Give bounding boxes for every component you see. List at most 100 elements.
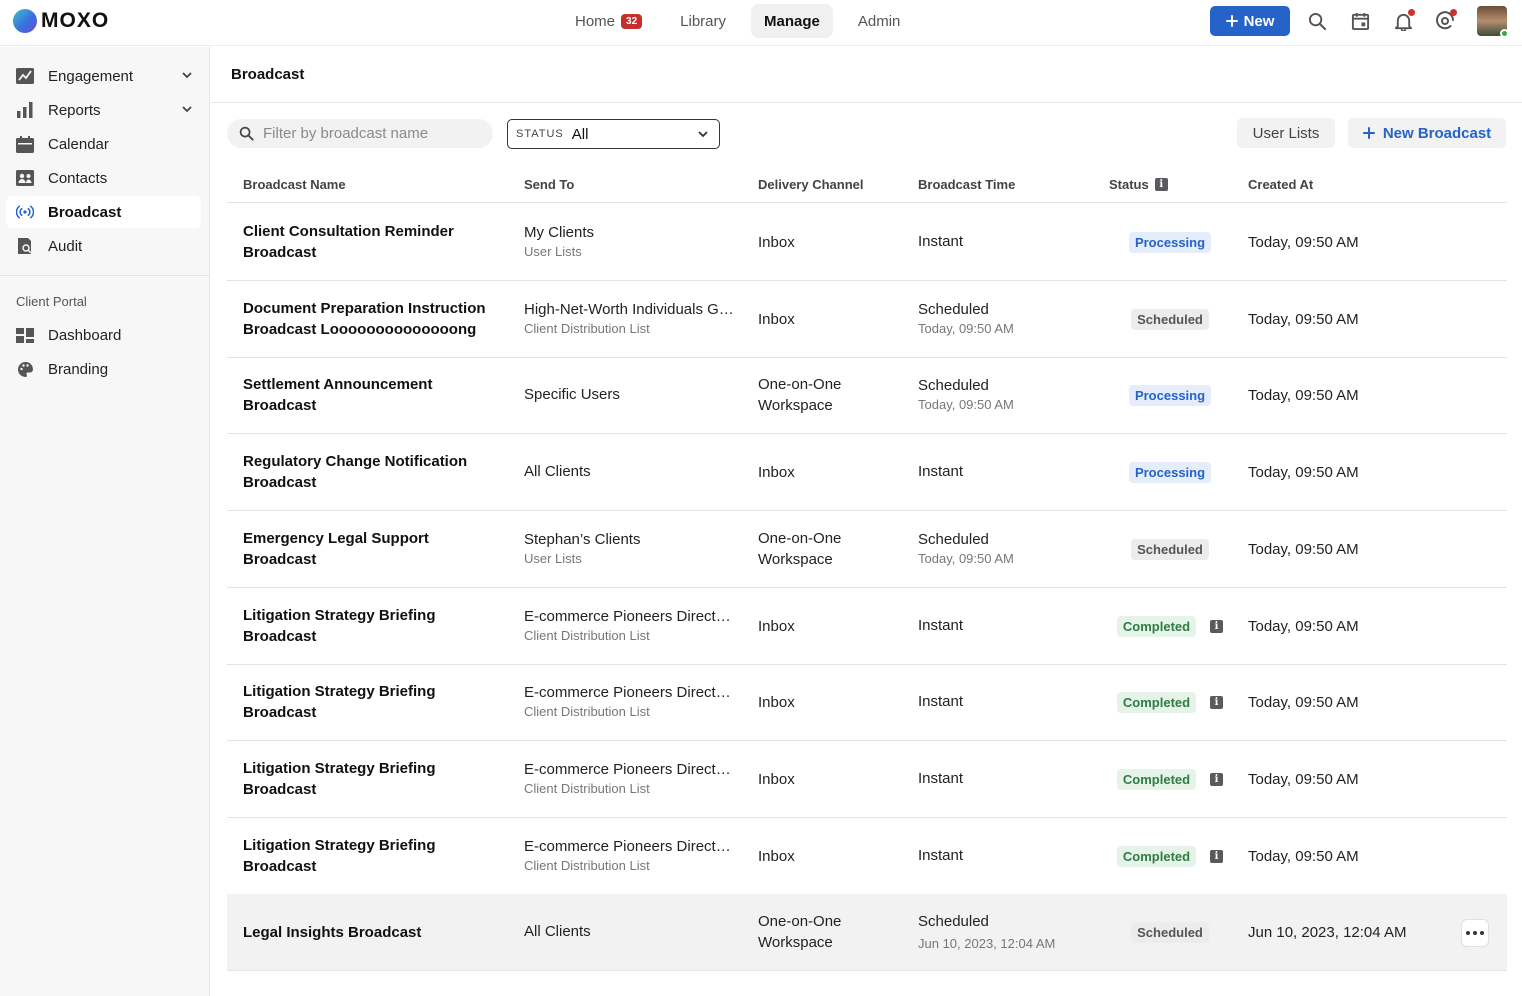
nav-library-label: Library — [680, 12, 726, 30]
broadcast-name: Document Preparation Instruction Broadca… — [243, 300, 486, 338]
broadcast-name-cell: Emergency Legal Support Broadcast — [243, 511, 503, 587]
created-at: Today, 09:50 AM — [1248, 770, 1359, 788]
broadcast-time: Scheduled — [918, 912, 989, 930]
table-row[interactable]: Litigation Strategy Briefing Broadcast E-… — [227, 741, 1507, 818]
status-cell: Scheduled — [1110, 894, 1230, 970]
delivery-channel-cell: Inbox — [758, 281, 898, 357]
created-at-cell: Today, 09:50 AM — [1248, 357, 1448, 433]
delivery-channel: One-on-One Workspace — [758, 913, 842, 951]
logo[interactable]: MOXO — [13, 9, 109, 33]
page-header: Broadcast — [211, 47, 1522, 103]
delivery-channel: One-on-One Workspace — [758, 530, 842, 568]
broadcast-name-cell: Litigation Strategy Briefing Broadcast — [243, 741, 503, 817]
new-button[interactable]: New — [1210, 6, 1290, 36]
user-lists-label: User Lists — [1252, 124, 1320, 142]
status-badge: Scheduled — [1131, 538, 1209, 560]
column-header-status[interactable]: Status i — [1109, 177, 1168, 192]
chevron-down-icon — [698, 131, 708, 138]
bell-unread-dot — [1408, 9, 1415, 16]
created-at: Today, 09:50 AM — [1248, 847, 1359, 865]
nav-library[interactable]: Library — [667, 4, 739, 38]
plus-icon — [1225, 15, 1238, 27]
created-at-cell: Today, 09:50 AM — [1248, 664, 1448, 740]
broadcast-time: Instant — [918, 617, 964, 634]
sidebar-item-engagement[interactable]: Engagement — [6, 60, 201, 92]
broadcast-name: Emergency Legal Support Broadcast — [243, 530, 429, 568]
new-broadcast-label: New Broadcast — [1382, 124, 1492, 142]
calendar-top-icon[interactable] — [1349, 10, 1371, 32]
nav-home[interactable]: Home 32 — [562, 4, 655, 38]
info-icon[interactable]: i — [1154, 178, 1168, 191]
broadcast-name: Settlement Announcement Broadcast — [243, 376, 433, 414]
broadcast-icon — [16, 203, 34, 221]
broadcast-time-cell: Instant — [918, 818, 1098, 894]
broadcast-name: Litigation Strategy Briefing Broadcast — [243, 837, 436, 875]
avatar[interactable] — [1477, 6, 1509, 38]
table-row[interactable]: Litigation Strategy Briefing Broadcast E-… — [227, 588, 1507, 665]
column-header-send-to[interactable]: Send To — [524, 177, 574, 192]
sidebar-item-label: Broadcast — [48, 203, 122, 221]
status-badge: Processing — [1128, 384, 1212, 406]
sidebar-item-audit[interactable]: Audit — [6, 230, 201, 262]
sidebar-item-reports[interactable]: Reports — [6, 94, 201, 126]
column-header-channel[interactable]: Delivery Channel — [758, 177, 864, 192]
table-row[interactable]: Document Preparation Instruction Broadca… — [227, 281, 1507, 358]
created-at-cell: Today, 09:50 AM — [1248, 818, 1448, 894]
nav-admin[interactable]: Admin — [845, 4, 914, 38]
send-to: E-commerce Pioneers Directory — [524, 761, 734, 778]
created-at-cell: Today, 09:50 AM — [1248, 588, 1448, 664]
created-at: Today, 09:50 AM — [1248, 310, 1359, 328]
bell-icon[interactable] — [1392, 9, 1415, 32]
sidebar-item-branding[interactable]: Branding — [6, 353, 201, 385]
search-icon[interactable] — [1306, 10, 1328, 32]
page-title: Broadcast — [231, 66, 305, 83]
send-to: Specific Users — [524, 386, 620, 403]
sidebar-item-label: Dashboard — [48, 326, 122, 344]
nav-manage[interactable]: Manage — [751, 4, 833, 38]
info-icon[interactable]: i — [1210, 695, 1224, 709]
table-row[interactable]: Litigation Strategy Briefing Broadcast E-… — [227, 818, 1507, 895]
created-at-cell: Today, 09:50 AM — [1248, 204, 1448, 280]
broadcast-name: Legal Insights Broadcast — [243, 923, 422, 941]
search-field[interactable] — [227, 119, 493, 148]
sidebar-item-contacts[interactable]: Contacts — [6, 162, 201, 194]
broadcast-time: Instant — [918, 233, 964, 250]
status-cell: Processing — [1110, 357, 1230, 433]
sidebar-divider — [0, 275, 210, 276]
mention-icon[interactable] — [1434, 9, 1457, 32]
created-at: Today, 09:50 AM — [1248, 233, 1359, 251]
column-header-name[interactable]: Broadcast Name — [243, 177, 346, 192]
table-row[interactable]: Emergency Legal Support Broadcast Stephan… — [227, 511, 1507, 588]
status-badge: Completed — [1116, 615, 1197, 637]
more-actions-button[interactable] — [1461, 919, 1489, 947]
broadcast-time-cell: Instant — [918, 741, 1098, 817]
delivery-channel: One-on-One Workspace — [758, 376, 842, 414]
table-row[interactable]: Regulatory Change Notification Broadcast… — [227, 434, 1507, 511]
delivery-channel: Inbox — [758, 233, 795, 251]
broadcast-name-cell: Litigation Strategy Briefing Broadcast — [243, 664, 503, 740]
sidebar-item-calendar[interactable]: Calendar — [6, 128, 201, 160]
user-lists-button[interactable]: User Lists — [1237, 118, 1335, 148]
created-at-cell: Today, 09:50 AM — [1248, 741, 1448, 817]
send-to-type: User Lists — [524, 244, 582, 259]
search-input[interactable] — [263, 125, 483, 142]
column-header-created[interactable]: Created At — [1248, 177, 1313, 192]
info-icon[interactable]: i — [1210, 849, 1224, 863]
table-row[interactable]: Litigation Strategy Briefing Broadcast E-… — [227, 664, 1507, 741]
send-to-cell: E-commerce Pioneers Directory Client Dist… — [524, 818, 734, 894]
sidebar-item-broadcast[interactable]: Broadcast — [6, 196, 201, 228]
info-icon[interactable]: i — [1210, 772, 1224, 786]
table-row[interactable]: Settlement Announcement Broadcast Specifi… — [227, 357, 1507, 434]
table-row[interactable]: Client Consultation Reminder Broadcast My… — [227, 204, 1507, 281]
column-header-time[interactable]: Broadcast Time — [918, 177, 1015, 192]
sidebar-item-label: Engagement — [48, 67, 134, 85]
new-broadcast-button[interactable]: New Broadcast — [1348, 118, 1506, 148]
created-at: Jun 10, 2023, 12:04 AM — [1248, 923, 1407, 941]
broadcast-time-detail: Today, 09:50 AM — [918, 551, 1014, 566]
delivery-channel-cell: Inbox — [758, 204, 898, 280]
sidebar-item-dashboard[interactable]: Dashboard — [6, 319, 201, 351]
status-select[interactable]: STATUS All — [507, 119, 720, 149]
info-icon[interactable]: i — [1210, 619, 1224, 633]
sidebar-item-label: Calendar — [48, 135, 109, 153]
table-row[interactable]: Legal Insights Broadcast All Clients One-o… — [227, 894, 1507, 971]
